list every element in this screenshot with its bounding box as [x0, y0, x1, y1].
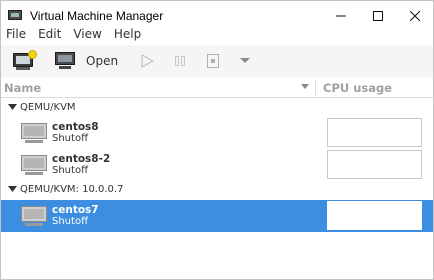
vm-monitor-icon: [21, 155, 47, 177]
menu-edit[interactable]: Edit: [38, 27, 61, 41]
vm-name: centos8: [52, 121, 99, 133]
sort-down-icon: [301, 83, 309, 89]
chevron-down-icon: [240, 58, 251, 63]
vm-monitor-icon: [21, 206, 47, 228]
vmm-window: Virtual Machine Manager File Edit View H…: [0, 0, 434, 280]
expander-down-icon[interactable]: [8, 186, 17, 192]
cpu-usage-graph: [327, 201, 422, 230]
menu-bar: File Edit View Help: [1, 24, 433, 44]
run-button[interactable]: [140, 47, 155, 75]
column-name-label: Name: [4, 80, 42, 95]
vm-row-selected[interactable]: centos7 Shutoff: [1, 200, 433, 232]
vm-name: centos7: [52, 204, 99, 216]
menu-view[interactable]: View: [73, 27, 101, 41]
menu-file[interactable]: File: [6, 27, 26, 41]
minimize-icon: [335, 15, 346, 17]
open-button[interactable]: Open: [55, 47, 140, 75]
app-icon: [8, 10, 24, 22]
column-cpu-label: CPU usage: [323, 80, 393, 95]
menu-help[interactable]: Help: [114, 27, 141, 41]
new-vm-button[interactable]: [13, 47, 55, 75]
shutdown-menu-button[interactable]: [240, 47, 251, 75]
pause-button[interactable]: [174, 47, 186, 75]
shutdown-button[interactable]: [206, 47, 220, 75]
vm-monitor-icon: [21, 123, 47, 145]
vm-row[interactable]: centos8-2 Shutoff: [1, 149, 433, 181]
expander-down-icon[interactable]: [8, 104, 17, 110]
column-divider[interactable]: [315, 79, 316, 96]
cpu-usage-graph: [327, 150, 422, 179]
close-icon: [409, 11, 420, 21]
vm-status: Shutoff: [52, 216, 88, 227]
toolbar: Open: [1, 45, 433, 77]
monitor-icon: [55, 52, 77, 70]
stop-icon: [207, 54, 220, 68]
connection-label: QEMU/KVM: [20, 101, 76, 113]
new-vm-icon: [13, 50, 37, 71]
cpu-usage-graph: [327, 118, 422, 147]
vm-status: Shutoff: [52, 133, 88, 144]
window-title: Virtual Machine Manager: [30, 9, 164, 23]
maximize-icon: [372, 11, 383, 21]
column-name[interactable]: Name: [4, 81, 309, 95]
vm-status: Shutoff: [52, 165, 88, 176]
open-label: Open: [86, 54, 119, 68]
column-header: Name CPU usage: [1, 78, 433, 98]
connection-label: QEMU/KVM: 10.0.0.7: [20, 183, 124, 195]
vm-row[interactable]: centos8 Shutoff: [1, 117, 433, 149]
play-icon: [141, 54, 155, 68]
pause-icon: [175, 56, 186, 66]
connection-row[interactable]: QEMU/KVM: 10.0.0.7: [1, 180, 433, 198]
connection-row[interactable]: QEMU/KVM: [1, 98, 433, 116]
vm-name: centos8-2: [52, 153, 111, 165]
column-cpu-usage[interactable]: CPU usage: [323, 81, 392, 95]
